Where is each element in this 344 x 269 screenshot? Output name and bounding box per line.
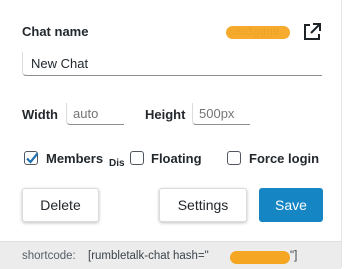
width-input[interactable] bbox=[66, 103, 124, 125]
floating-label: Floating bbox=[151, 151, 202, 166]
height-label: Height bbox=[145, 107, 186, 122]
chat-name-header: Chat name c9c3ggg9 bbox=[22, 22, 324, 42]
hash-redaction-mark bbox=[226, 26, 290, 39]
delete-button[interactable]: Delete bbox=[22, 188, 99, 222]
save-button[interactable]: Save bbox=[259, 188, 323, 222]
open-external-icon[interactable] bbox=[302, 22, 322, 42]
width-label: Width bbox=[22, 107, 58, 122]
shortcode-end-text: "] bbox=[290, 250, 298, 262]
shortcode-text: [rumbletalk-chat hash=" bbox=[88, 250, 209, 262]
overlapping-label-text: Dis bbox=[109, 158, 125, 169]
checkmark-icon bbox=[26, 152, 39, 164]
force-login-checkbox[interactable] bbox=[227, 151, 241, 165]
members-label: Members bbox=[46, 151, 104, 166]
chat-name-label: Chat name bbox=[22, 24, 89, 39]
floating-checkbox[interactable] bbox=[130, 151, 144, 165]
shortcode-redaction-mark bbox=[230, 251, 290, 264]
shortcode-footer: shortcode: [rumbletalk-chat hash=" "] bbox=[0, 241, 341, 269]
height-input[interactable] bbox=[192, 103, 250, 125]
chat-settings-panel: Chat name c9c3ggg9 Width Height Members … bbox=[0, 0, 342, 269]
force-login-label: Force login bbox=[249, 151, 320, 166]
chat-options-row: Members Dis Floating Force login bbox=[22, 150, 332, 170]
settings-button[interactable]: Settings bbox=[159, 188, 247, 222]
chat-name-input[interactable] bbox=[22, 52, 322, 76]
members-checkbox[interactable] bbox=[24, 151, 39, 165]
shortcode-label: shortcode: bbox=[22, 250, 76, 262]
